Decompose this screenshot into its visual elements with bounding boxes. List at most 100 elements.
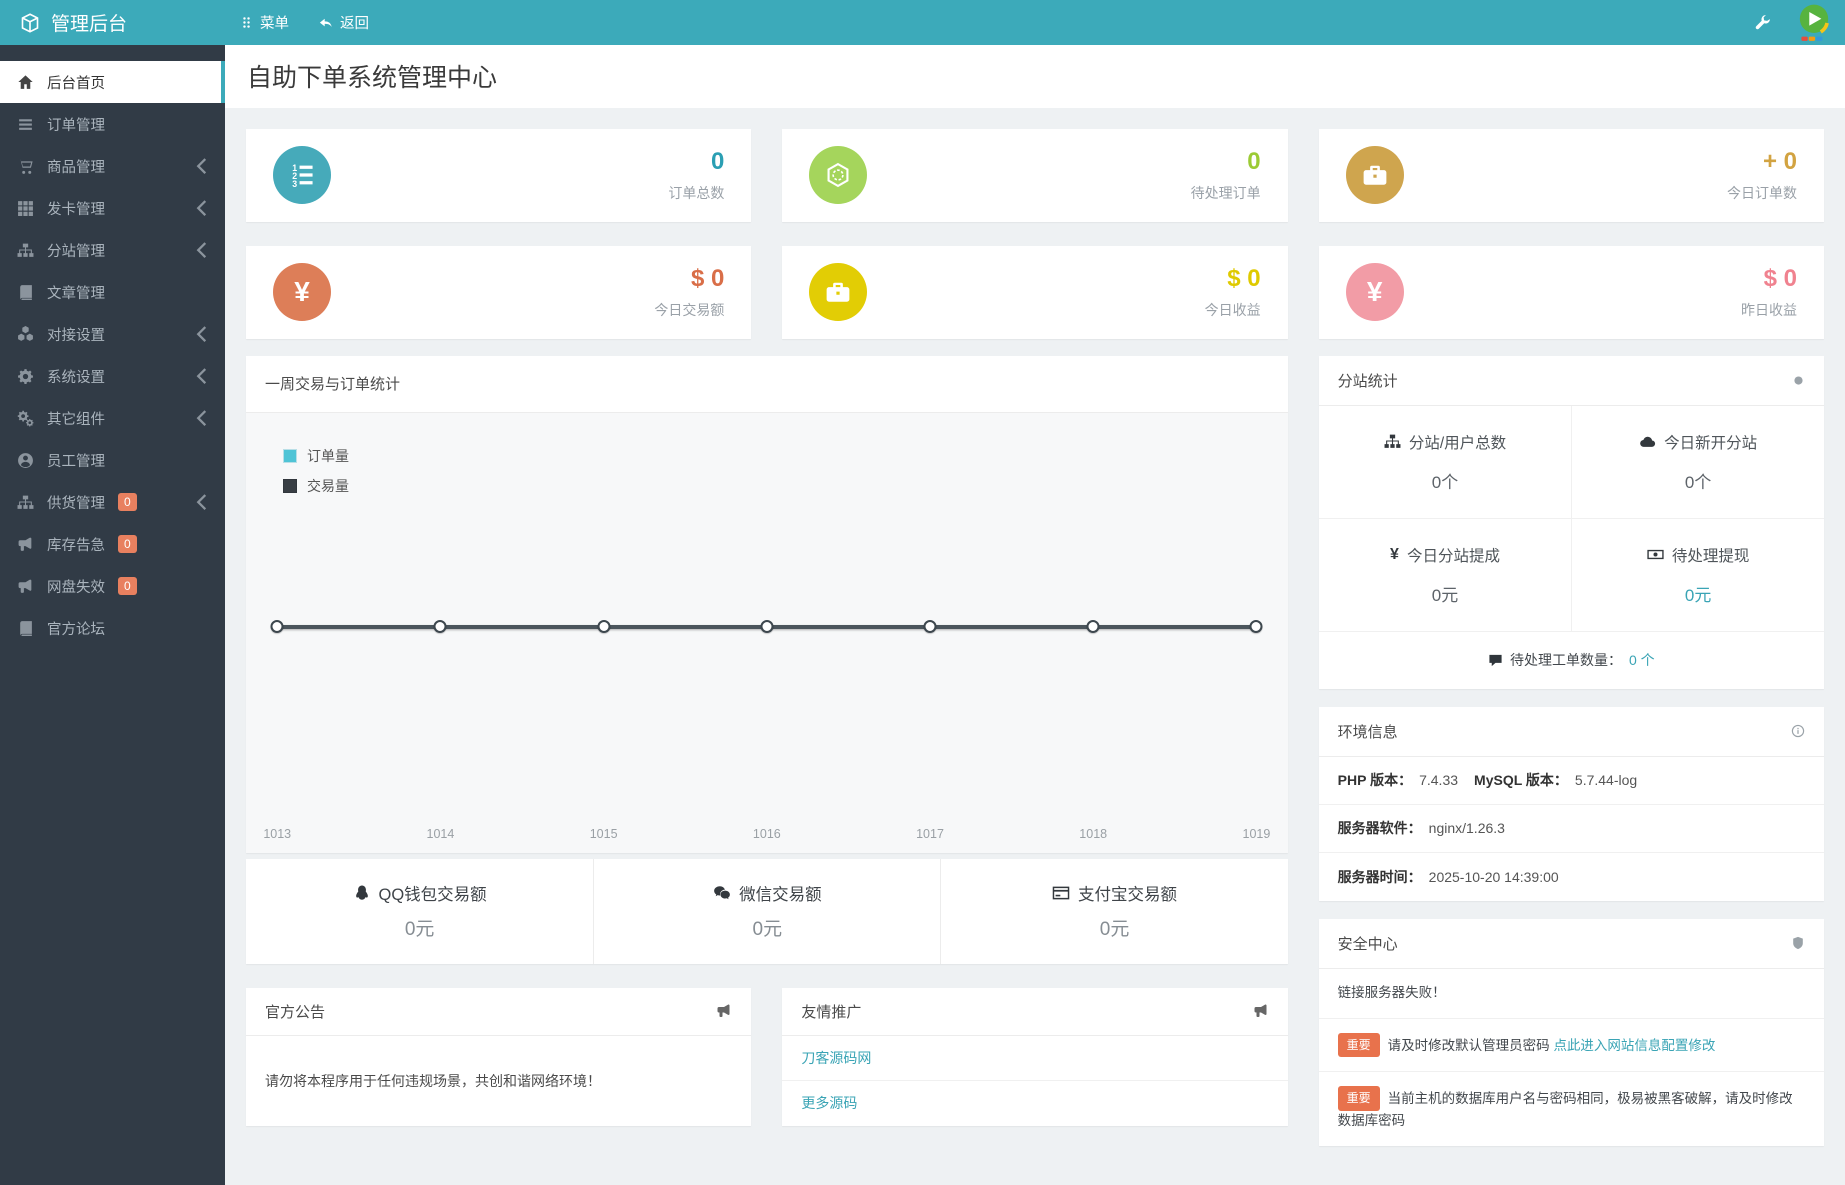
sidebar-item-forum[interactable]: 官方论坛 [0, 607, 225, 649]
sidebar-item-label: 供货管理 [47, 495, 105, 512]
sidebar-item-substations[interactable]: 分站管理 [0, 229, 225, 271]
settings-wrench-button[interactable] [1747, 15, 1779, 31]
cart-icon [17, 158, 34, 175]
credit-card-icon [1052, 884, 1070, 902]
menu-toggle[interactable]: 菜单 [225, 0, 304, 45]
substation-cell-label: 待处理提现 [1671, 547, 1750, 565]
grid-icon [17, 200, 34, 217]
bullhorn-icon [17, 578, 34, 595]
chart-marker [760, 619, 774, 633]
stat-card-today-volume: ¥ $ 0 今日交易额 [246, 245, 752, 339]
pay-stat-qq: QQ钱包交易额 0元 [246, 859, 593, 964]
pay-stat-value: 0元 [1099, 919, 1130, 941]
stat-label: 今日收益 [1204, 301, 1261, 318]
important-badge: 重要 [1337, 1086, 1380, 1112]
env-label: 服务器软件： [1337, 820, 1422, 837]
environment-panel: 环境信息 PHP 版本： 7.4.33 MySQL 版本： 5.7.44-log [1318, 706, 1824, 901]
sidebar-item-label: 后台首页 [47, 75, 105, 92]
sidebar-item-orders[interactable]: 订单管理 [0, 103, 225, 145]
bullhorn-icon [17, 536, 34, 553]
sidebar-item-label: 其它组件 [47, 411, 105, 428]
env-label: MySQL 版本： [1474, 772, 1568, 789]
page-header: 自助下单系统管理中心 [225, 45, 1845, 108]
promo-link[interactable]: 更多源码 [801, 1093, 857, 1113]
cubes-icon [17, 326, 34, 343]
wrench-icon [1755, 15, 1771, 31]
menu-grip-icon [240, 16, 253, 29]
env-value: 7.4.33 [1419, 772, 1459, 789]
gears-icon [17, 410, 34, 427]
chevron-left-icon [195, 158, 212, 175]
sidebar-item-stock-alert[interactable]: 库存告急 0 [0, 523, 225, 565]
chevron-left-icon [195, 494, 212, 511]
sidebar-item-card-issuing[interactable]: 发卡管理 [0, 187, 225, 229]
sidebar-item-home[interactable]: 后台首页 [0, 61, 225, 103]
sidebar-item-components[interactable]: 其它组件 [0, 397, 225, 439]
chart-marker [597, 619, 611, 633]
badge-count: 0 [118, 493, 137, 511]
promo-link[interactable]: 刀客源码网 [801, 1048, 871, 1068]
chart-marker [923, 619, 937, 633]
sidebar-item-system-settings[interactable]: 系统设置 [0, 355, 225, 397]
env-row-versions: PHP 版本： 7.4.33 MySQL 版本： 5.7.44-log [1318, 757, 1824, 805]
pay-stat-value: 0元 [404, 919, 435, 941]
security-center-panel: 安全中心 链接服务器失败！ 重要 请及时修改默认管理员密码 点此进入网站信息配置修… [1318, 918, 1824, 1146]
env-value: 2025-10-20 14:39:00 [1428, 868, 1559, 885]
legend-item-volume[interactable]: 交易量 [283, 476, 349, 496]
environment-title: 环境信息 [1337, 723, 1398, 741]
user-icon [17, 452, 34, 469]
chart-marker [433, 619, 447, 633]
tickets-label: 待处理工单数量： [1509, 652, 1622, 669]
sidebar-item-articles[interactable]: 文章管理 [0, 271, 225, 313]
official-notice-panel: 官方公告 请勿将本程序用于任何违规场景，共创和谐网络环境！ [246, 987, 752, 1126]
env-label: 服务器时间： [1337, 868, 1422, 885]
sidebar-item-products[interactable]: 商品管理 [0, 145, 225, 187]
cube-logo-icon [20, 13, 40, 33]
env-label: PHP 版本： [1337, 772, 1413, 789]
weekly-chart-panel: 一周交易与订单统计 订单量 交易量 1013 1014 1015 1016 10… [246, 355, 1288, 853]
site-logo[interactable] [1793, 2, 1835, 44]
sitemap-icon [17, 494, 34, 511]
stat-card-total-orders: 0 订单总数 [246, 128, 752, 222]
substation-cell-value: 0元 [1684, 585, 1712, 605]
sidebar-item-staff[interactable]: 员工管理 [0, 439, 225, 481]
legend-swatch [283, 448, 297, 463]
qq-icon [353, 884, 371, 902]
stat-label: 今日交易额 [654, 301, 725, 318]
config-link[interactable]: 点此进入网站信息配置修改 [1553, 1038, 1715, 1053]
chart-x-label: 1019 [1242, 826, 1271, 841]
chart-marker [1249, 619, 1263, 633]
sidebar-item-integration[interactable]: 对接设置 [0, 313, 225, 355]
home-icon [17, 74, 34, 91]
sidebar-item-label: 发卡管理 [47, 201, 105, 218]
sitemap-icon [17, 242, 34, 259]
warning-text: 当前主机的数据库用户名与密码相同，极易被黑客破解，请及时修改数据库密码 [1337, 1091, 1793, 1129]
sitemap-icon [1384, 433, 1401, 450]
chevron-left-icon [195, 326, 212, 343]
security-warning-password: 重要 请及时修改默认管理员密码 点此进入网站信息配置修改 [1318, 1019, 1824, 1073]
stat-value: + 0 [1762, 147, 1797, 175]
stat-value: $ 0 [1763, 264, 1797, 292]
sidebar-item-netdisk-invalid[interactable]: 网盘失效 0 [0, 565, 225, 607]
stat-label: 订单总数 [668, 184, 725, 201]
stat-card-today-orders: + 0 今日订单数 [1318, 128, 1824, 222]
legend-swatch [283, 478, 297, 493]
substation-cell-label: 今日新开分站 [1664, 434, 1758, 452]
pay-stat-alipay: 支付宝交易额 0元 [940, 858, 1287, 964]
stat-value: 0 [710, 147, 725, 175]
substation-cell-value: 0个 [1684, 472, 1712, 492]
substation-cell-label: 今日分站提成 [1406, 547, 1500, 565]
chart-plot: 订单量 交易量 1013 1014 1015 1016 1017 1018 1019 [246, 412, 1288, 853]
legend-item-orders[interactable]: 订单量 [283, 446, 349, 466]
warning-text: 请及时修改默认管理员密码 [1387, 1037, 1554, 1053]
sidebar-item-label: 系统设置 [47, 369, 105, 386]
banknote-icon [1647, 546, 1664, 563]
brand[interactable]: 管理后台 [0, 0, 225, 45]
back-button[interactable]: 返回 [304, 0, 384, 45]
chart-x-label: 1018 [1079, 826, 1108, 841]
badge-count: 0 [118, 535, 137, 553]
back-label: 返回 [340, 16, 369, 32]
sidebar-item-supply[interactable]: 供货管理 0 [0, 481, 225, 523]
legend-label: 订单量 [307, 447, 349, 464]
chart-panel-title: 一周交易与订单统计 [265, 376, 401, 394]
